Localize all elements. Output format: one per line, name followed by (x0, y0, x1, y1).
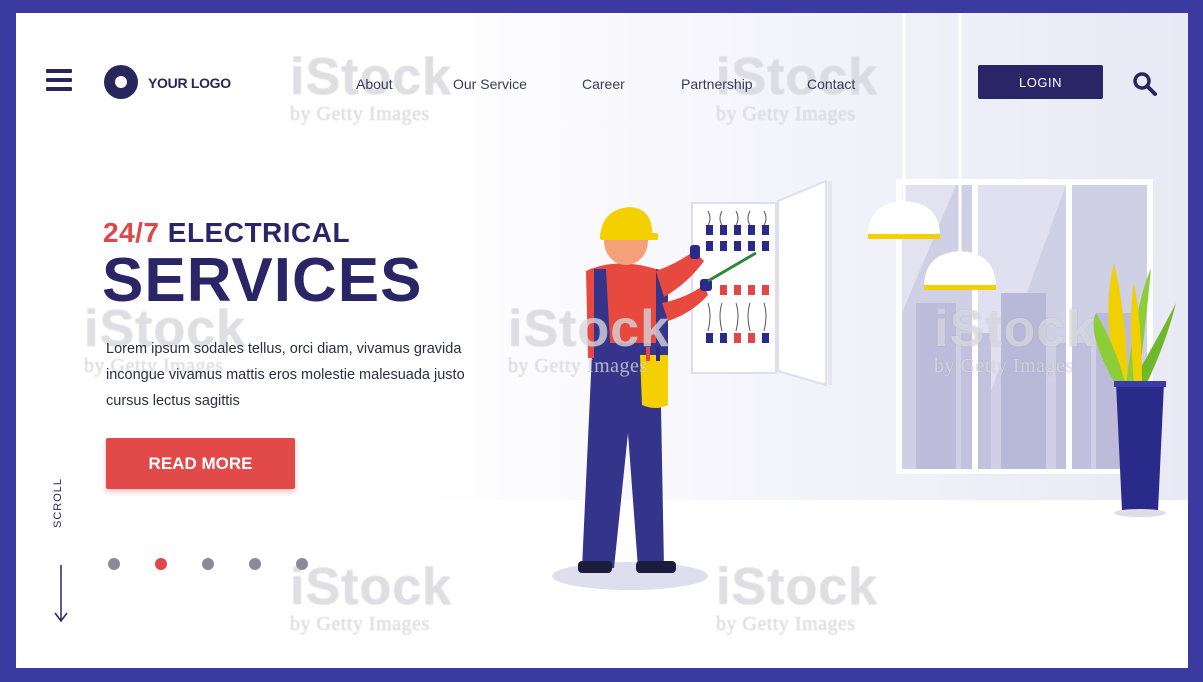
scroll-label: SCROLL (52, 477, 64, 528)
pagination-dot[interactable] (108, 558, 120, 570)
pagination-dot[interactable] (249, 558, 261, 570)
pagination-dot[interactable] (296, 558, 308, 570)
nav-career[interactable]: Career (582, 76, 625, 92)
arrow-down-icon[interactable] (54, 565, 68, 623)
hero-title-rest: ELECTRICAL (167, 217, 351, 248)
search-icon[interactable] (1132, 71, 1158, 97)
read-more-button[interactable]: READ MORE (106, 438, 295, 489)
pagination-dot[interactable] (202, 558, 214, 570)
login-button[interactable]: LOGIN (978, 65, 1103, 99)
electrical-panel (691, 179, 832, 387)
nav-about[interactable]: About (356, 76, 393, 92)
hero-title: SERVICES (102, 246, 423, 315)
nav-our-service[interactable]: Our Service (453, 76, 527, 92)
hero-description: Lorem ipsum sodales tellus, orci diam, v… (106, 341, 465, 409)
logo-text: YOUR LOGO (148, 75, 231, 91)
nav-contact[interactable]: Contact (807, 76, 855, 92)
nav-partnership[interactable]: Partnership (681, 76, 753, 92)
menu-icon[interactable] (46, 69, 72, 91)
page-frame: iStock by Getty Images iStock by Getty Ima… (16, 13, 1188, 668)
pagination-dot[interactable] (155, 558, 167, 570)
hero-title-accent: 24/7 (103, 217, 160, 248)
logo-icon (104, 65, 138, 99)
